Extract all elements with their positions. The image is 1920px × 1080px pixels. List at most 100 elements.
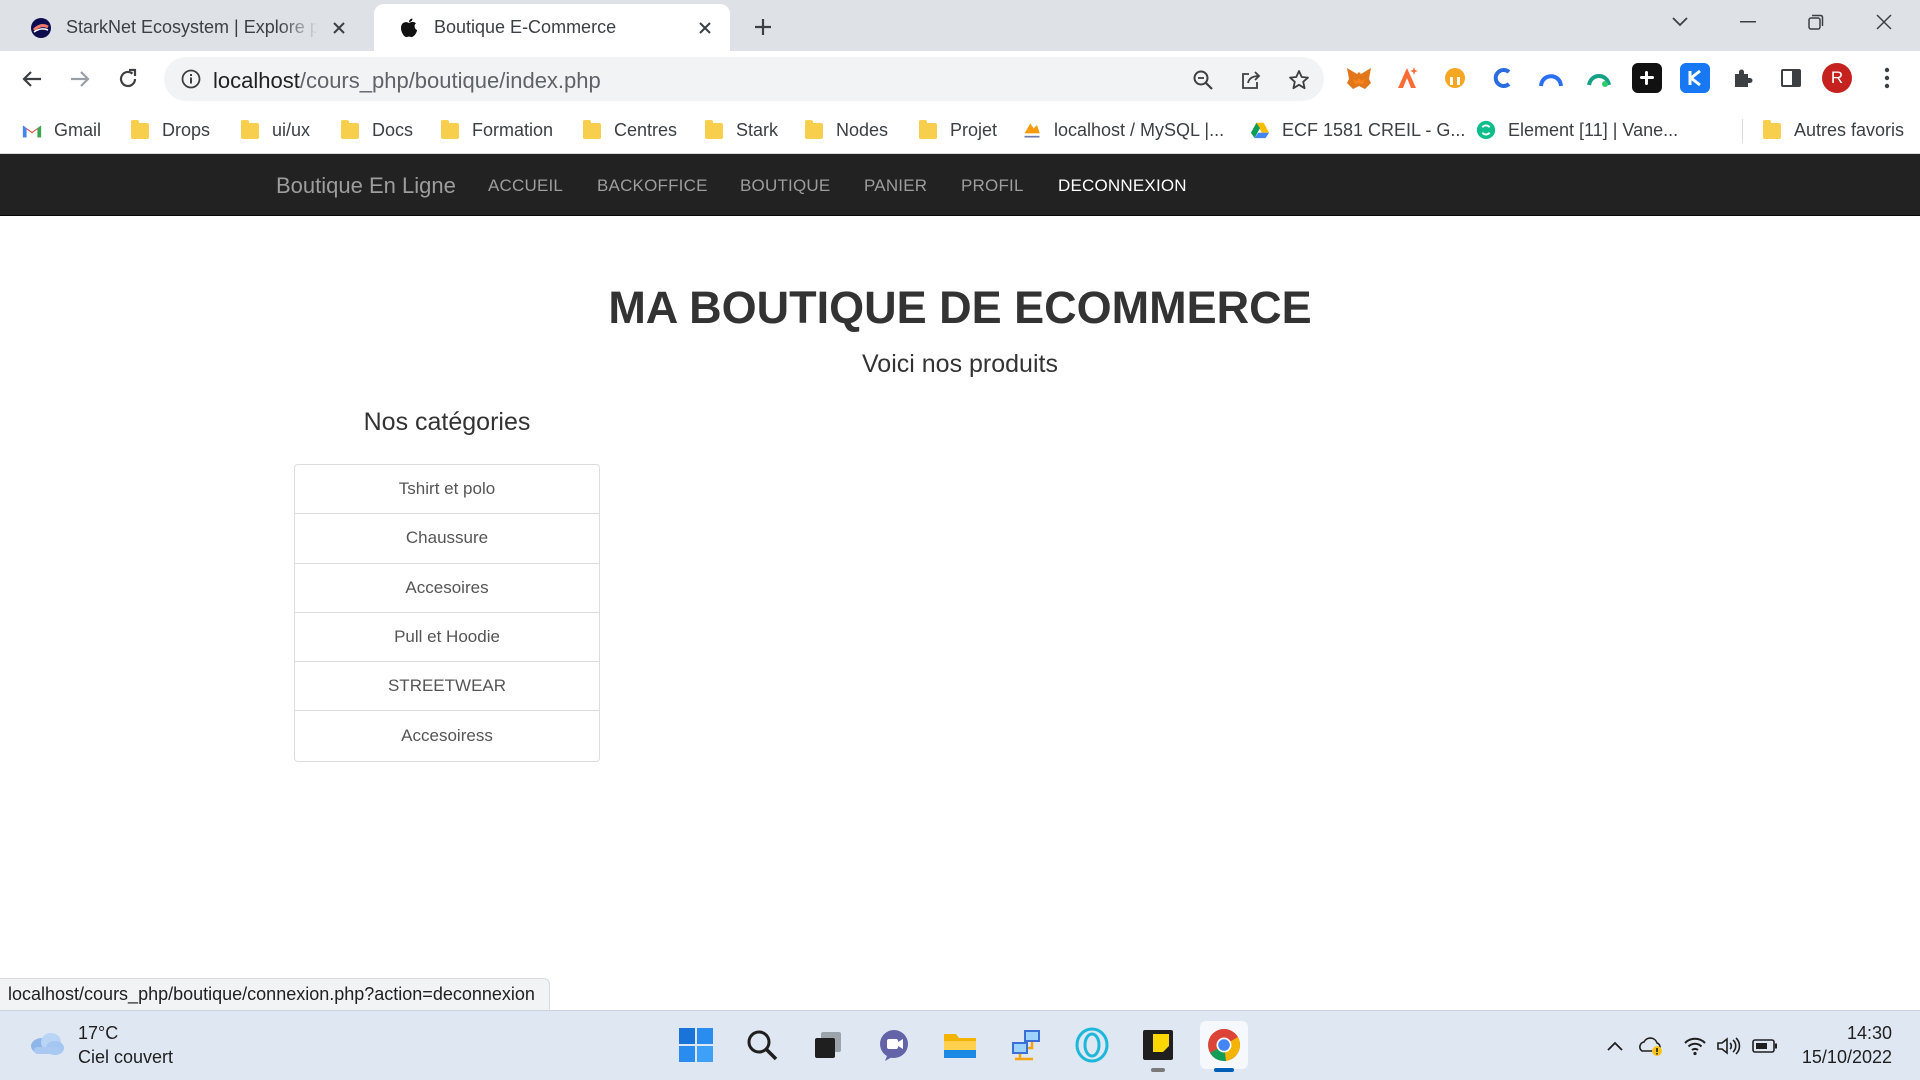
wave-extension-icon[interactable] xyxy=(1584,63,1614,93)
bookmark-folder-projet[interactable]: Projet xyxy=(918,115,997,145)
bookmark-folder-docs[interactable]: Docs xyxy=(340,115,413,145)
bookmark-label: Gmail xyxy=(54,119,102,140)
onedrive-warning-icon[interactable] xyxy=(1638,1034,1664,1058)
phpmyadmin-icon xyxy=(1022,120,1042,140)
weather-condition: Ciel couvert xyxy=(78,1047,174,1067)
file-explorer-icon[interactable] xyxy=(936,1021,984,1069)
category-item[interactable]: Chaussure xyxy=(295,514,599,564)
zoom-out-icon[interactable] xyxy=(1190,67,1216,93)
bookmark-label: Stark xyxy=(736,119,779,140)
nav-link-accueil[interactable]: ACCUEIL xyxy=(488,176,563,196)
nav-link-backoffice[interactable]: BACKOFFICE xyxy=(597,176,708,196)
folder-icon xyxy=(340,120,360,140)
google-drive-icon xyxy=(1250,120,1270,140)
new-tab-button[interactable] xyxy=(748,12,778,42)
metamask-icon[interactable] xyxy=(1344,63,1374,93)
chevron-up-icon[interactable] xyxy=(1602,1034,1628,1058)
lion-extension-icon[interactable] xyxy=(1440,63,1470,93)
close-icon[interactable] xyxy=(694,17,716,39)
reload-icon[interactable] xyxy=(112,63,144,95)
bookmark-label: Element [11] | Vane... xyxy=(1508,119,1679,140)
running-indicator xyxy=(1151,1068,1165,1072)
bookmark-label: Autres favoris xyxy=(1794,119,1905,140)
site-brand[interactable]: Boutique En Ligne xyxy=(276,173,456,199)
bookmarks-bar: Gmail Drops ui/ux Docs Formation Centres… xyxy=(0,107,1920,154)
profile-avatar[interactable]: R xyxy=(1822,63,1852,93)
forward-arrow-icon[interactable] xyxy=(64,63,96,95)
opera-gx-icon[interactable] xyxy=(1068,1021,1116,1069)
taskbar: 17°C Ciel couvert 14:30 15/10/2022 xyxy=(0,1010,1920,1080)
bookmark-folder-stark[interactable]: Stark xyxy=(704,115,778,145)
bookmark-folder-uiux[interactable]: ui/ux xyxy=(240,115,310,145)
slack-icon[interactable] xyxy=(1632,63,1662,93)
close-icon[interactable] xyxy=(328,17,350,39)
info-icon[interactable] xyxy=(180,68,202,90)
teams-chat-icon[interactable] xyxy=(870,1021,918,1069)
bookmark-phpmyadmin[interactable]: localhost / MySQL |... xyxy=(1022,115,1224,145)
kebab-menu-icon[interactable] xyxy=(1872,63,1902,93)
restore-icon[interactable] xyxy=(1796,6,1836,38)
bookmark-label: localhost / MySQL |... xyxy=(1054,119,1225,140)
side-panel-icon[interactable] xyxy=(1776,63,1806,93)
arch-extension-icon[interactable] xyxy=(1536,63,1566,93)
category-item[interactable]: STREETWEAR xyxy=(295,662,599,712)
network-app-icon[interactable] xyxy=(1002,1021,1050,1069)
bookmark-element[interactable]: Element [11] | Vane... xyxy=(1476,115,1678,145)
nav-link-deconnexion[interactable]: DECONNEXION xyxy=(1058,176,1187,196)
nav-link-boutique[interactable]: BOUTIQUE xyxy=(740,176,830,196)
tab-boutique[interactable]: Boutique E-Commerce xyxy=(374,4,730,51)
search-icon[interactable] xyxy=(738,1021,786,1069)
close-window-icon[interactable] xyxy=(1864,6,1904,38)
folder-icon xyxy=(704,120,724,140)
profile-initial: R xyxy=(1830,68,1844,87)
bookmark-folder-drops[interactable]: Drops xyxy=(130,115,210,145)
folder-icon xyxy=(804,120,824,140)
bookmark-label: ECF 1581 CREIL - G... xyxy=(1282,119,1466,140)
category-item[interactable]: Accesoires xyxy=(295,564,599,613)
minimize-icon[interactable] xyxy=(1728,6,1768,38)
tab-starknet[interactable]: StarkNet Ecosystem | Explore projects xyxy=(6,4,364,51)
address-bar[interactable]: localhost/cours_php/boutique/index.php xyxy=(164,57,1324,101)
weather-widget[interactable]: 17°C Ciel couvert xyxy=(28,1021,173,1069)
category-item[interactable]: Accesoiress xyxy=(295,711,599,760)
k-extension-icon[interactable] xyxy=(1680,63,1710,93)
bookmark-folder-centres[interactable]: Centres xyxy=(582,115,677,145)
page-viewport: Boutique En Ligne ACCUEIL BACKOFFICE BOU… xyxy=(0,154,1920,1010)
share-icon[interactable] xyxy=(1238,67,1264,93)
category-item[interactable]: Pull et Hoodie xyxy=(295,613,599,663)
bookmark-folder-formation[interactable]: Formation xyxy=(440,115,553,145)
bookmark-google-drive[interactable]: ECF 1581 CREIL - G... xyxy=(1250,115,1465,145)
volume-icon[interactable] xyxy=(1716,1034,1742,1058)
tab-search-icon[interactable] xyxy=(1660,6,1700,38)
folder-icon xyxy=(240,120,260,140)
chrome-icon[interactable] xyxy=(1200,1021,1248,1072)
star-icon[interactable] xyxy=(1286,67,1312,93)
folder-icon xyxy=(1762,120,1782,140)
cloud-icon xyxy=(28,1029,66,1062)
bookmark-label: Formation xyxy=(472,119,554,140)
sticky-notes-icon[interactable] xyxy=(1134,1021,1182,1072)
bookmark-folder-nodes[interactable]: Nodes xyxy=(804,115,888,145)
back-arrow-icon[interactable] xyxy=(16,63,48,95)
bookmark-other-favorites[interactable]: Autres favoris xyxy=(1762,115,1904,145)
folder-icon xyxy=(130,120,150,140)
page-title: MA BOUTIQUE DE ECOMMERCE xyxy=(608,282,1312,333)
puzzle-icon[interactable] xyxy=(1728,63,1758,93)
system-clock[interactable]: 14:30 15/10/2022 xyxy=(1802,1021,1892,1069)
nav-link-panier[interactable]: PANIER xyxy=(864,176,927,196)
windows-start-icon[interactable] xyxy=(672,1021,720,1069)
weather-temperature: 17°C xyxy=(78,1023,119,1043)
battery-icon[interactable] xyxy=(1752,1034,1778,1058)
gmail-icon xyxy=(22,120,42,140)
categories-heading: Nos catégories xyxy=(363,408,531,436)
category-item[interactable]: Tshirt et polo xyxy=(295,465,599,515)
argent-icon[interactable] xyxy=(1392,63,1422,93)
status-bar-url: localhost/cours_php/boutique/connexion.p… xyxy=(0,978,550,1010)
ce-extension-icon[interactable] xyxy=(1488,63,1518,93)
task-view-icon[interactable] xyxy=(804,1021,852,1069)
bookmark-gmail[interactable]: Gmail xyxy=(22,115,101,145)
url-text[interactable]: localhost/cours_php/boutique/index.php xyxy=(213,68,601,94)
wifi-icon[interactable] xyxy=(1682,1034,1708,1058)
nav-link-profil[interactable]: PROFIL xyxy=(961,176,1024,196)
element-icon xyxy=(1476,120,1496,140)
